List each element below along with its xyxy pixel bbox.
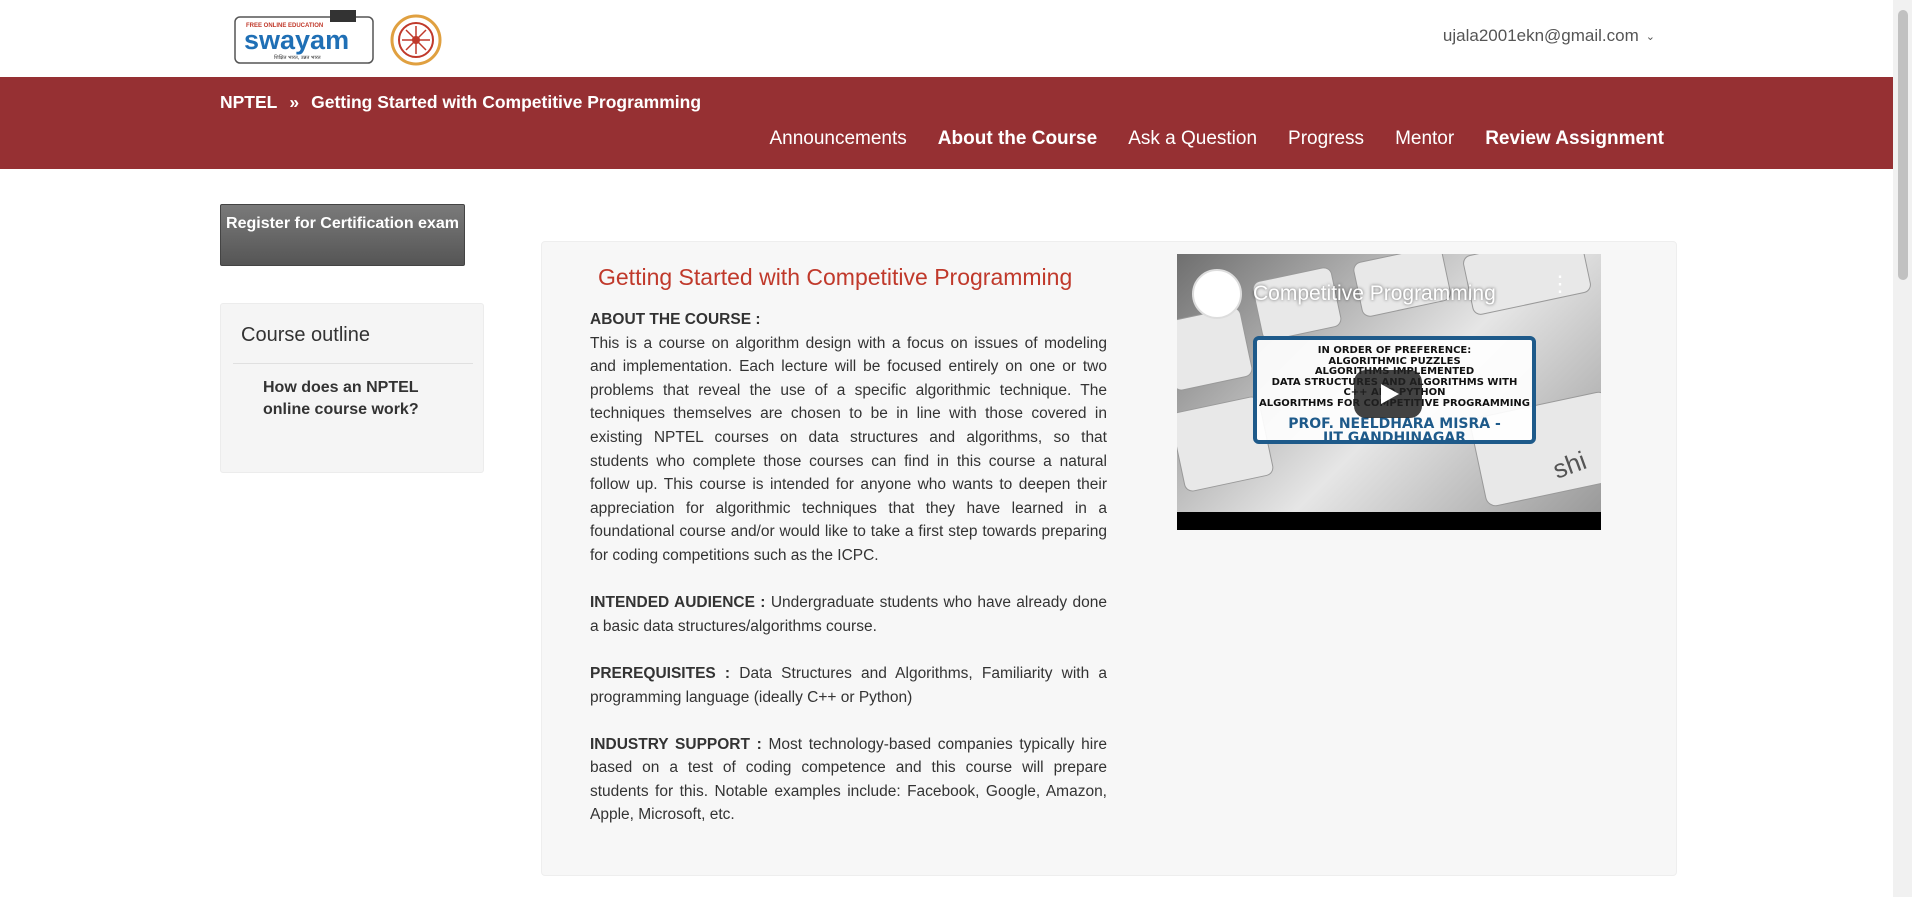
user-account-menu[interactable]: ujala2001ekn@gmail.com ⌄ (1443, 26, 1655, 46)
presenter-institute: IIT GANDHINAGAR (1322, 430, 1467, 446)
outline-item-how-nptel-works[interactable]: How does an NPTEL online course work? (263, 377, 433, 421)
nav-mentor[interactable]: Mentor (1395, 128, 1454, 150)
industry-label: INDUSTRY SUPPORT : (590, 735, 762, 753)
breadcrumb-current: Getting Started with Competitive Program… (311, 92, 702, 112)
more-options-icon[interactable]: ⋮ (1549, 273, 1571, 295)
breadcrumb-root-link[interactable]: NPTEL (220, 92, 277, 113)
presenter-name: PROF. NEELDHARA MISRA - (1288, 416, 1501, 432)
play-icon[interactable] (1354, 370, 1422, 418)
panel-line: IN ORDER OF PREFERENCE: (1317, 345, 1472, 356)
top-header: FREE ONLINE EDUCATION swayam शिक्षित भार… (0, 0, 1893, 77)
user-email: ujala2001ekn@gmail.com (1442, 26, 1639, 45)
course-description: ABOUT THE COURSE : This is a course on a… (590, 308, 1107, 851)
course-nav: Announcements About the Course Ask a Que… (769, 128, 1664, 150)
about-text: This is a course on algorithm design wit… (590, 334, 1107, 564)
breadcrumb: NPTEL » Getting Started with Competitive… (220, 92, 701, 113)
scrollbar-thumb[interactable] (1898, 10, 1908, 280)
nav-progress[interactable]: Progress (1288, 128, 1364, 150)
svg-text:swayam: swayam (244, 25, 349, 55)
video-thumbnail: shi Competitive Programming ⋮ IN ORDER O… (1177, 254, 1601, 512)
svg-text:शिक्षित भारत, उन्नत भारत: शिक्षित भारत, उन्नत भारत (274, 54, 321, 61)
about-label: ABOUT THE COURSE : (590, 311, 761, 328)
video-title[interactable]: Competitive Programming (1253, 282, 1496, 306)
nav-about-the-course[interactable]: About the Course (938, 128, 1097, 150)
course-outline-title: Course outline (241, 324, 370, 346)
swayam-logo[interactable]: FREE ONLINE EDUCATION swayam शिक्षित भार… (234, 8, 376, 66)
nav-announcements[interactable]: Announcements (769, 128, 906, 150)
nav-review-assignment[interactable]: Review Assignment (1485, 128, 1664, 150)
course-intro-video[interactable]: shi Competitive Programming ⋮ IN ORDER O… (1177, 254, 1601, 530)
register-certification-button[interactable]: Register for Certification exam (220, 204, 465, 266)
chevron-down-icon: ⌄ (1645, 30, 1655, 43)
audience-label: INTENDED AUDIENCE : (590, 594, 766, 612)
nav-ask-a-question[interactable]: Ask a Question (1128, 128, 1257, 150)
course-title: Getting Started with Competitive Program… (598, 264, 1073, 290)
channel-avatar[interactable] (1192, 269, 1242, 319)
nptel-logo[interactable] (390, 14, 442, 66)
prereq-label: PREREQUISITES : (590, 664, 731, 682)
divider (233, 363, 473, 364)
course-outline-panel: Course outline How does an NPTEL online … (220, 303, 484, 473)
breadcrumb-separator: » (289, 92, 300, 112)
course-header-band (0, 77, 1893, 169)
